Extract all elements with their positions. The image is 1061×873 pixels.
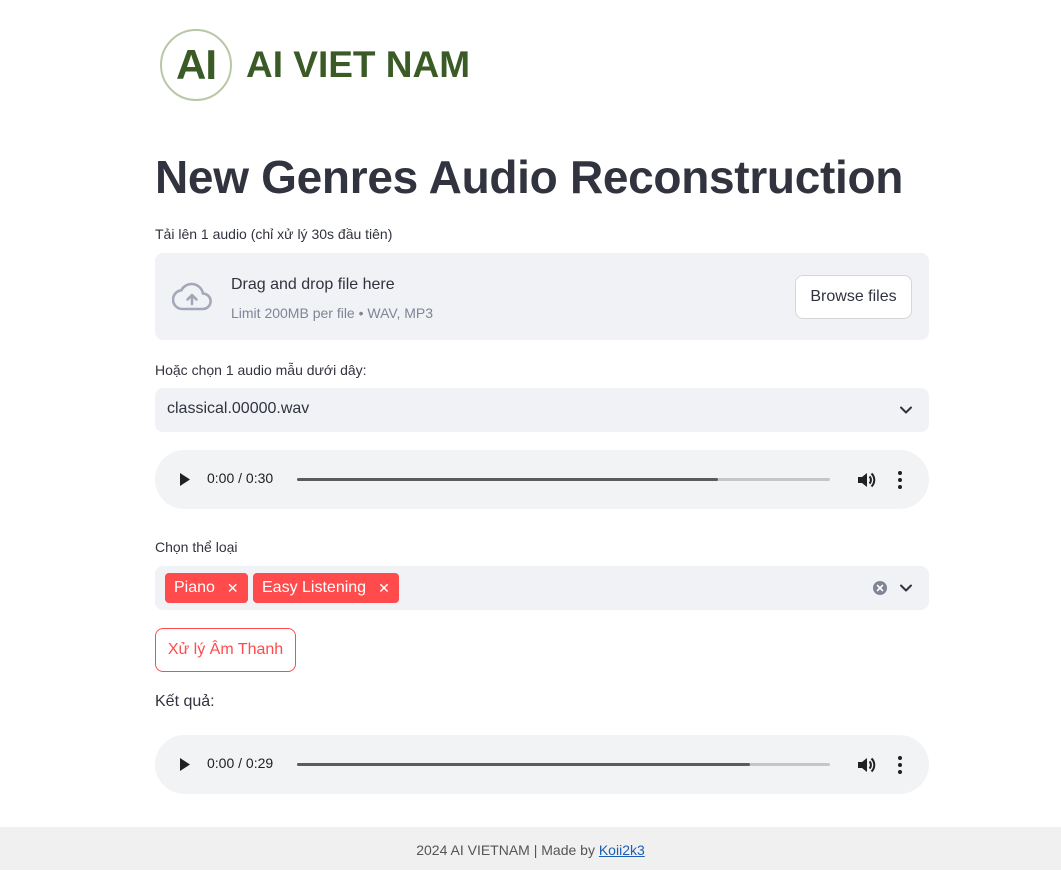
sample-select-label: Hoặc chọn 1 audio mẫu dưới dây: bbox=[155, 362, 367, 378]
uploader-label: Tải lên 1 audio (chỉ xử lý 30s đầu tiên) bbox=[155, 226, 393, 242]
footer-text: 2024 AI VIETNAM | Made by bbox=[416, 842, 599, 858]
audio-time: 0:00 / 0:29 bbox=[207, 755, 274, 771]
tag-label: Easy Listening bbox=[262, 579, 367, 596]
genre-tag-piano: Piano ✕ bbox=[165, 573, 248, 603]
result-label: Kết quả: bbox=[155, 693, 215, 710]
play-icon[interactable] bbox=[179, 757, 191, 772]
chevron-down-icon[interactable] bbox=[899, 581, 913, 595]
page-title: New Genres Audio Reconstruction bbox=[155, 151, 904, 203]
audio-time: 0:00 / 0:30 bbox=[207, 470, 274, 486]
logo-mark: AI bbox=[160, 29, 232, 101]
cloud-upload-icon bbox=[172, 282, 212, 311]
logo-text: AI VIET NAM bbox=[246, 44, 471, 85]
dropzone-limit: Limit 200MB per file • WAV, MP3 bbox=[231, 305, 434, 321]
tag-label: Piano bbox=[174, 579, 215, 596]
process-audio-button[interactable]: Xử lý Âm Thanh bbox=[155, 628, 296, 672]
clear-all-icon[interactable] bbox=[873, 581, 887, 595]
more-options-icon[interactable] bbox=[897, 755, 903, 775]
remove-tag-icon[interactable]: ✕ bbox=[227, 580, 239, 597]
genre-tag-easy-listening: Easy Listening ✕ bbox=[253, 573, 399, 603]
remove-tag-icon[interactable]: ✕ bbox=[378, 580, 390, 597]
volume-icon[interactable] bbox=[855, 754, 877, 776]
sample-select-value: classical.00000.wav bbox=[167, 400, 310, 417]
volume-icon[interactable] bbox=[855, 469, 877, 491]
genre-select-label: Chọn thể loại bbox=[155, 539, 238, 555]
play-icon[interactable] bbox=[179, 472, 191, 487]
logo: AI AI VIET NAM bbox=[160, 29, 470, 101]
dropzone-title: Drag and drop file here bbox=[231, 276, 395, 293]
file-uploader-dropzone[interactable]: Drag and drop file here Limit 200MB per … bbox=[155, 253, 929, 340]
seek-bar[interactable] bbox=[297, 763, 830, 766]
footer: 2024 AI VIETNAM | Made by Koii2k3 bbox=[0, 827, 1061, 870]
browse-files-button[interactable]: Browse files bbox=[795, 275, 912, 319]
author-link[interactable]: Koii2k3 bbox=[599, 842, 645, 858]
sample-audio-select[interactable]: classical.00000.wav bbox=[155, 388, 929, 432]
seek-bar-buffered bbox=[297, 763, 751, 766]
genre-multiselect[interactable]: Piano ✕ Easy Listening ✕ bbox=[155, 566, 929, 610]
chevron-down-icon[interactable] bbox=[899, 403, 913, 417]
audio-player-input[interactable]: 0:00 / 0:30 bbox=[155, 450, 929, 509]
audio-player-result[interactable]: 0:00 / 0:29 bbox=[155, 735, 929, 794]
more-options-icon[interactable] bbox=[897, 470, 903, 490]
seek-bar[interactable] bbox=[297, 478, 830, 481]
seek-bar-buffered bbox=[297, 478, 719, 481]
